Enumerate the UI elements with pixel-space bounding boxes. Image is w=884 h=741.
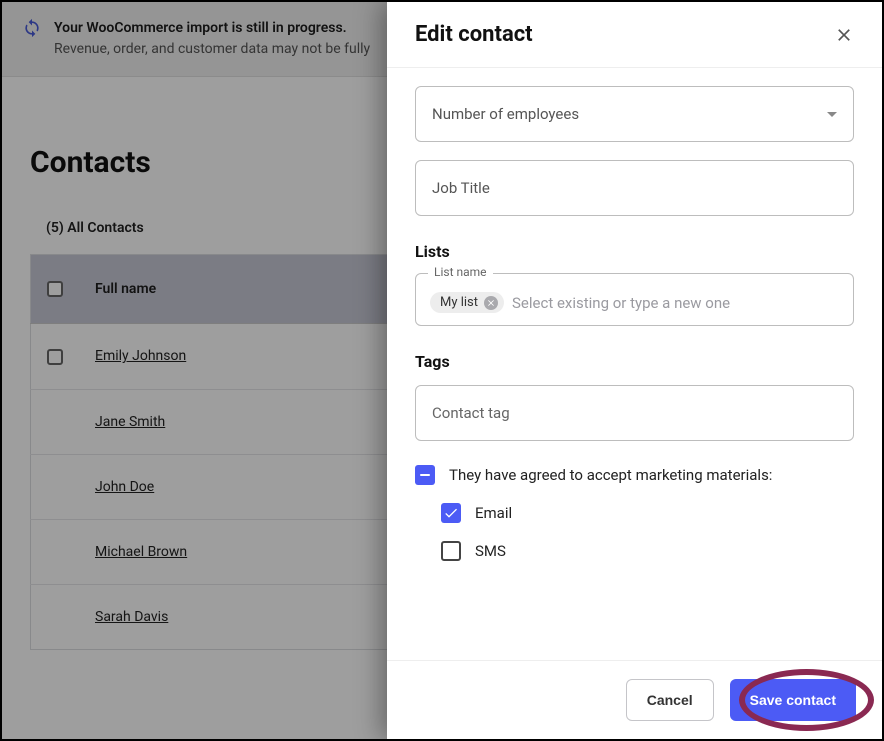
banner-title: Your WooCommerce import is still in prog… [54,18,370,39]
column-full-name[interactable]: Full name [79,255,379,324]
contact-name-link[interactable]: John Doe [95,479,154,495]
tags-section-label: Tags [415,352,854,371]
job-title-input[interactable]: Job Title [415,160,854,216]
sms-consent-checkbox[interactable] [441,541,461,561]
row-checkbox[interactable] [47,349,63,365]
consent-label: They have agreed to accept marketing mat… [449,466,772,484]
employees-placeholder: Number of employees [432,105,579,123]
contact-name-link[interactable]: Jane Smith [95,414,165,430]
close-icon[interactable] [834,25,854,45]
drawer-title: Edit contact [415,22,533,47]
contact-name-link[interactable]: Michael Brown [95,544,187,560]
list-placeholder: Select existing or type a new one [512,294,730,312]
save-contact-button[interactable]: Save contact [730,679,856,721]
email-consent-checkbox[interactable] [441,503,461,523]
sync-icon [22,18,42,38]
marketing-consent-checkbox[interactable] [415,465,435,485]
sms-consent-label: SMS [475,542,506,560]
list-name-input[interactable]: List name My list Select existing or typ… [415,273,854,326]
contact-name-link[interactable]: Emily Johnson [95,348,186,364]
job-title-placeholder: Job Title [432,179,490,197]
email-consent-label: Email [475,504,512,522]
chevron-down-icon [827,112,837,117]
tag-placeholder: Contact tag [432,404,510,422]
edit-contact-drawer: Edit contact Number of employees Job Tit… [387,2,882,739]
tab-all-contacts[interactable]: (5) All Contacts [30,208,160,254]
contact-name-link[interactable]: Sarah Davis [95,609,168,625]
list-chip[interactable]: My list [430,292,504,313]
list-field-label: List name [428,265,493,279]
chip-remove-icon[interactable] [484,296,498,310]
number-of-employees-select[interactable]: Number of employees [415,86,854,142]
banner-subtitle: Revenue, order, and customer data may no… [54,39,370,60]
lists-section-label: Lists [415,242,854,261]
select-all-checkbox[interactable] [47,281,63,297]
contact-tag-input[interactable]: Contact tag [415,385,854,441]
cancel-button[interactable]: Cancel [626,679,714,721]
